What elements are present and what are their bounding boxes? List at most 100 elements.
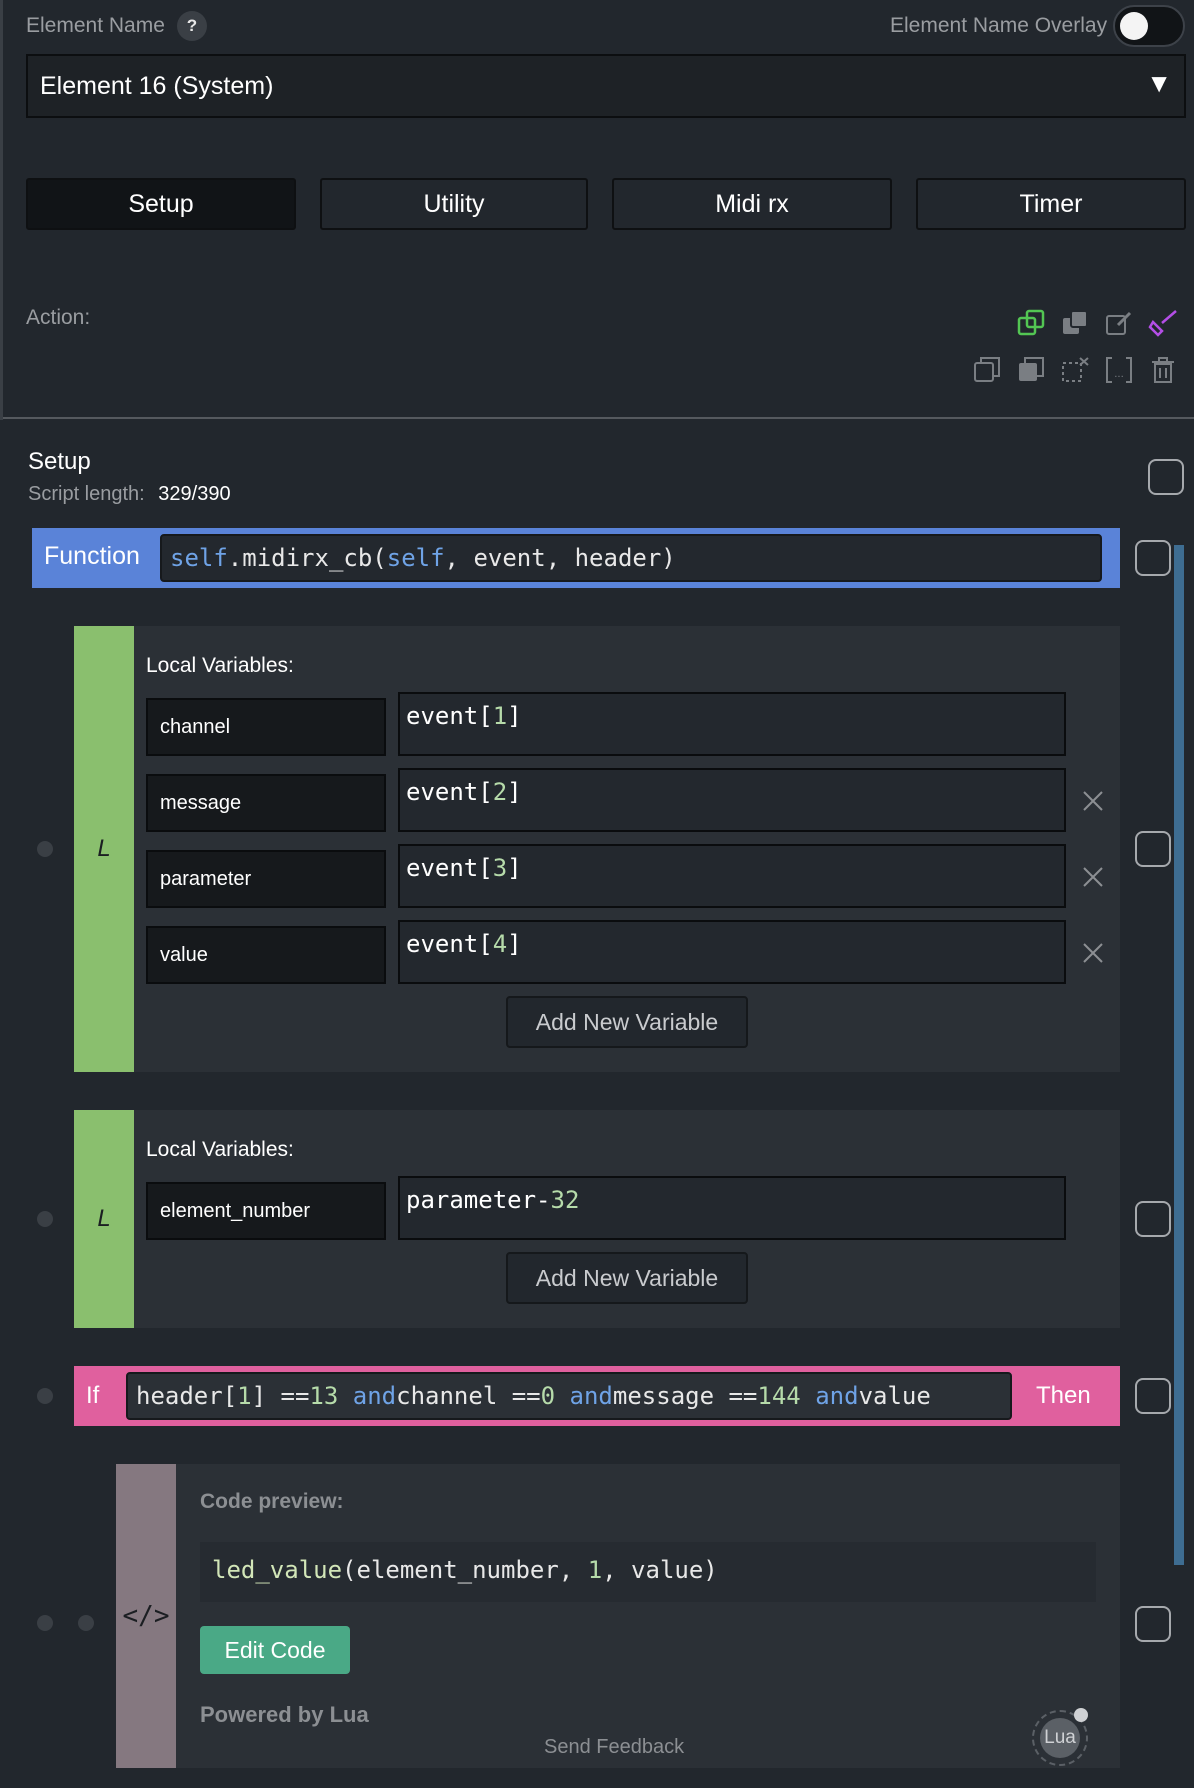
cut-icon[interactable] [1060, 355, 1090, 385]
function-label: Function [44, 542, 140, 570]
value-text: event[ [406, 930, 493, 958]
value-text: event[ [406, 702, 493, 730]
left-border [0, 0, 3, 420]
scrollbar[interactable] [1174, 545, 1184, 1565]
value-text: ] [507, 930, 522, 958]
drag-handle[interactable] [37, 841, 53, 857]
cond-text: header[ [136, 1382, 238, 1410]
drag-handle[interactable] [37, 1615, 53, 1631]
var-value-input[interactable]: event[2] [398, 768, 1066, 832]
send-feedback-link[interactable]: Send Feedback [544, 1736, 684, 1759]
var-name-input[interactable]: message [146, 774, 386, 832]
duplicate-icon[interactable] [972, 355, 1002, 385]
locals-heading: Local Variables: [146, 1138, 294, 1161]
self-param: self [386, 544, 445, 572]
tab-setup[interactable]: Setup [26, 178, 296, 230]
var-name-input[interactable]: parameter [146, 850, 386, 908]
overlay-toggle[interactable] [1113, 5, 1185, 47]
brush-icon[interactable] [1148, 308, 1178, 338]
var-value-input[interactable]: parameter-32 [398, 1176, 1066, 1240]
add-variable-button[interactable]: Add New Variable [506, 1252, 748, 1304]
paste-icon[interactable] [1060, 308, 1090, 338]
code-text: (element_number, [342, 1556, 588, 1584]
drag-handle[interactable] [78, 1615, 94, 1631]
code-preview: led_value(element_number, 1, value) [200, 1542, 1096, 1602]
value-number: 2 [492, 778, 508, 806]
condition-input[interactable]: header[1] == 13 and channel == 0 and mes… [126, 1372, 1012, 1420]
function-checkbox[interactable] [1135, 540, 1171, 576]
element-select[interactable]: Element 16 (System) ▼ [26, 54, 1186, 118]
var-name-input[interactable]: element_number [146, 1182, 386, 1240]
script-length-value: 329/390 [158, 483, 231, 505]
tab-utility[interactable]: Utility [320, 178, 588, 230]
function-name: .midirx_cb( [227, 544, 387, 572]
cond-text: ] == [251, 1382, 310, 1410]
element-name-label: Element Name [26, 14, 165, 37]
chevron-down-icon: ▼ [1146, 68, 1172, 98]
remove-variable-icon[interactable] [1082, 942, 1104, 964]
function-block[interactable]: Function self .midirx_cb(self, event, hea… [32, 528, 1120, 588]
code-icon: </> [116, 1464, 176, 1768]
value-text: parameter- [406, 1186, 551, 1214]
copy-green-icon[interactable] [1016, 308, 1046, 338]
drag-handle[interactable] [37, 1388, 53, 1404]
value-text: ] [507, 854, 522, 882]
locals-checkbox[interactable] [1135, 831, 1171, 867]
svg-text:...: ... [1114, 369, 1124, 380]
toggle-knob [1120, 12, 1148, 40]
drag-handle[interactable] [37, 1211, 53, 1227]
edit-code-button[interactable]: Edit Code [200, 1626, 350, 1674]
code-fn: led_value [212, 1556, 343, 1584]
tab-timer[interactable]: Timer [916, 178, 1186, 230]
remove-variable-icon[interactable] [1082, 790, 1104, 812]
and-keyword: and [352, 1382, 397, 1410]
duplicate-filled-icon[interactable] [1016, 355, 1046, 385]
if-block[interactable]: If header[1] == 13 and channel == 0 and … [74, 1366, 1120, 1426]
code-block: </> Code preview: led_value(element_numb… [116, 1464, 1120, 1768]
if-checkbox[interactable] [1135, 1378, 1171, 1414]
add-variable-button[interactable]: Add New Variable [506, 996, 748, 1048]
locals-strip: L [74, 626, 134, 1072]
code-preview-label: Code preview: [200, 1490, 344, 1513]
cond-number: 144 [757, 1382, 801, 1410]
var-name-input[interactable]: value [146, 926, 386, 984]
tab-midi-rx[interactable]: Midi rx [612, 178, 892, 230]
script-length-label: Script length: [28, 483, 145, 505]
action-label: Action: [26, 306, 91, 329]
code-checkbox[interactable] [1135, 1606, 1171, 1642]
code-number: 1 [587, 1556, 603, 1584]
help-icon[interactable]: ? [177, 11, 207, 41]
overlay-label: Element Name Overlay [890, 14, 1108, 37]
var-value-input[interactable]: event[1] [398, 692, 1066, 756]
panel-divider [0, 417, 1194, 419]
locals-checkbox[interactable] [1135, 1201, 1171, 1237]
script-length: Script length: 329/390 [28, 483, 231, 506]
section-checkbox[interactable] [1148, 459, 1184, 495]
cond-number: 1 [237, 1382, 252, 1410]
lua-logo: Lua [1032, 1708, 1088, 1766]
code-text: , value) [602, 1556, 718, 1584]
value-number: 4 [492, 930, 508, 958]
cond-text: message == [612, 1382, 758, 1410]
then-label: Then [1036, 1382, 1091, 1409]
var-name-input[interactable]: channel [146, 698, 386, 756]
bracket-icon[interactable]: ... [1104, 355, 1134, 385]
cond-text: value [858, 1382, 931, 1410]
section-title: Setup [28, 448, 91, 475]
var-value-input[interactable]: event[3] [398, 844, 1066, 908]
var-value-input[interactable]: event[4] [398, 920, 1066, 984]
value-number: 32 [550, 1186, 580, 1214]
self-keyword: self [170, 544, 228, 572]
locals-heading: Local Variables: [146, 654, 294, 677]
function-args: , event, header) [444, 544, 676, 572]
edit-icon[interactable] [1104, 308, 1134, 338]
remove-variable-icon[interactable] [1082, 866, 1104, 888]
if-label: If [86, 1382, 100, 1409]
cond-number: 13 [309, 1382, 339, 1410]
lua-logo-moon [1074, 1708, 1088, 1722]
locals-block-2: L Local Variables: element_number parame… [74, 1110, 1120, 1328]
selected-element: Element 16 (System) [40, 71, 274, 100]
function-signature-input[interactable]: self .midirx_cb(self, event, header) [160, 534, 1102, 582]
delete-icon[interactable] [1148, 355, 1178, 385]
cond-number: 0 [540, 1382, 556, 1410]
